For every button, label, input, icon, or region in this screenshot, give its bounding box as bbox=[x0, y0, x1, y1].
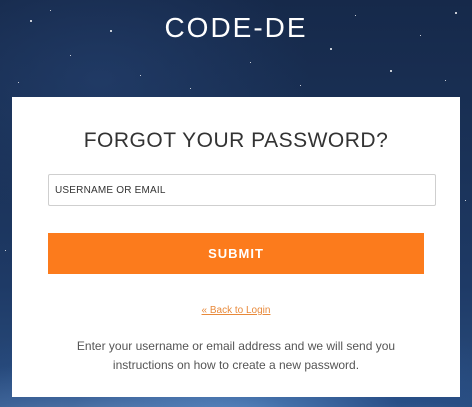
site-logo: CODE-DE bbox=[164, 12, 308, 43]
back-to-login-link[interactable]: « Back to Login bbox=[202, 305, 271, 316]
star bbox=[300, 85, 301, 86]
star bbox=[465, 200, 466, 201]
star bbox=[5, 250, 6, 251]
back-to-login-container: « Back to Login bbox=[12, 305, 460, 316]
forgot-password-card: FORGOT YOUR PASSWORD? SUBMIT « Back to L… bbox=[12, 97, 460, 397]
page-title: FORGOT YOUR PASSWORD? bbox=[83, 129, 389, 152]
instructions-text: Enter your username or email address and… bbox=[76, 339, 396, 372]
star bbox=[445, 80, 446, 81]
star bbox=[330, 48, 332, 50]
star bbox=[390, 70, 392, 72]
star bbox=[140, 75, 141, 76]
star bbox=[190, 88, 191, 89]
star bbox=[250, 62, 251, 63]
star bbox=[70, 55, 71, 56]
submit-button[interactable]: SUBMIT bbox=[48, 233, 424, 274]
star bbox=[18, 82, 19, 83]
username-or-email-input[interactable] bbox=[48, 174, 436, 206]
